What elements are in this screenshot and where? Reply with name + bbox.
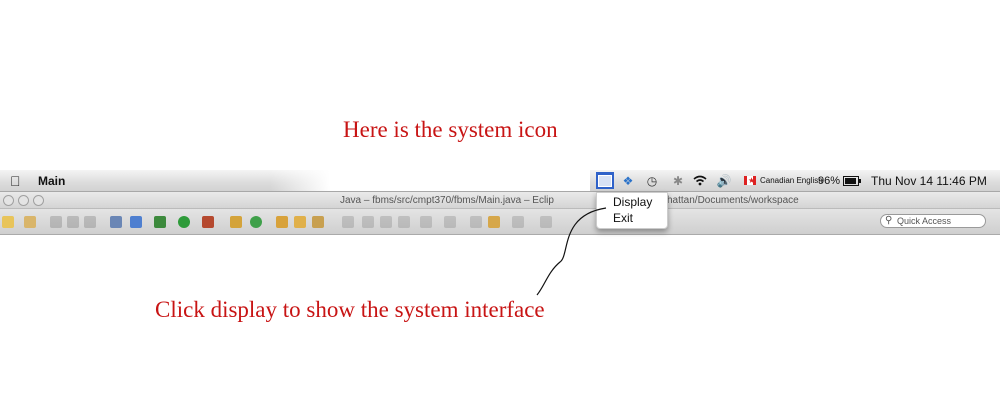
search-icon: ⚲	[885, 215, 893, 226]
new-class-icon[interactable]	[250, 216, 262, 228]
save-icon[interactable]	[50, 216, 62, 228]
annotation-system-icon: Here is the system icon	[343, 117, 558, 142]
pin-editor-icon[interactable]	[540, 216, 552, 228]
system-tray-icon[interactable]	[596, 172, 614, 189]
bluetooth-icon[interactable]: ✱	[670, 173, 686, 188]
skip-breakpoints-icon[interactable]	[130, 216, 142, 228]
save-all-icon[interactable]	[67, 216, 79, 228]
previous-annotation-icon[interactable]	[444, 216, 456, 228]
app-menu-main[interactable]: Main	[38, 174, 65, 188]
annotation-click-display: Click display to show the system interfa…	[155, 297, 545, 322]
open-folder-icon[interactable]	[294, 216, 306, 228]
open-type-icon[interactable]	[276, 216, 288, 228]
battery-percentage[interactable]: 96%	[818, 170, 840, 191]
volume-icon[interactable]: 🔊	[716, 173, 732, 188]
new-icon[interactable]	[2, 216, 14, 228]
quick-access-field[interactable]: ⚲ Quick Access	[880, 214, 986, 228]
zoom-window-button[interactable]	[33, 195, 44, 206]
wifi-icon[interactable]	[692, 173, 708, 188]
edit-icon[interactable]	[362, 216, 374, 228]
system-tray-menu: Display Exit	[596, 192, 668, 229]
run-icon[interactable]	[178, 216, 190, 228]
eclipse-title-bar: Java – fbms/src/cmpt370/fbms/Main.java –…	[0, 192, 1000, 209]
search-tool-icon[interactable]	[312, 216, 324, 228]
eclipse-toolbar: ⚲ Quick Access	[0, 209, 1000, 235]
minimize-window-button[interactable]	[18, 195, 29, 206]
external-tools-icon[interactable]	[202, 216, 214, 228]
apple-menu-icon[interactable]: 	[10, 173, 21, 189]
debug-icon[interactable]	[154, 216, 166, 228]
new-wizard-icon[interactable]	[24, 216, 36, 228]
back-icon[interactable]	[488, 216, 500, 228]
block-selection-icon[interactable]	[380, 216, 392, 228]
dropbox-icon[interactable]: ❖	[620, 173, 636, 188]
input-language[interactable]: Canadian English	[760, 170, 823, 191]
battery-icon[interactable]	[843, 176, 861, 186]
mac-menu-bar:  Main ❖ ◷ ✱ 🔊 ★ Canadian English 96% Th…	[0, 170, 1000, 192]
toggle-mark-icon[interactable]	[342, 216, 354, 228]
binary-icon[interactable]	[110, 216, 122, 228]
close-window-button[interactable]	[3, 195, 14, 206]
next-annotation-icon[interactable]	[420, 216, 432, 228]
window-title-tail: hattan/Documents/workspace	[667, 195, 799, 206]
window-title: Java – fbms/src/cmpt370/fbms/Main.java –…	[340, 195, 554, 206]
menu-bar-clock[interactable]: Thu Nov 14 11:46 PM	[871, 170, 987, 191]
new-package-icon[interactable]	[230, 216, 242, 228]
show-whitespace-icon[interactable]	[398, 216, 410, 228]
menu-item-display[interactable]: Display	[613, 195, 652, 209]
print-icon[interactable]	[84, 216, 96, 228]
canada-flag-icon[interactable]: ★	[744, 176, 756, 185]
menu-item-exit[interactable]: Exit	[613, 211, 633, 225]
last-edit-icon[interactable]	[470, 216, 482, 228]
time-machine-icon[interactable]: ◷	[644, 173, 660, 188]
forward-icon[interactable]	[512, 216, 524, 228]
